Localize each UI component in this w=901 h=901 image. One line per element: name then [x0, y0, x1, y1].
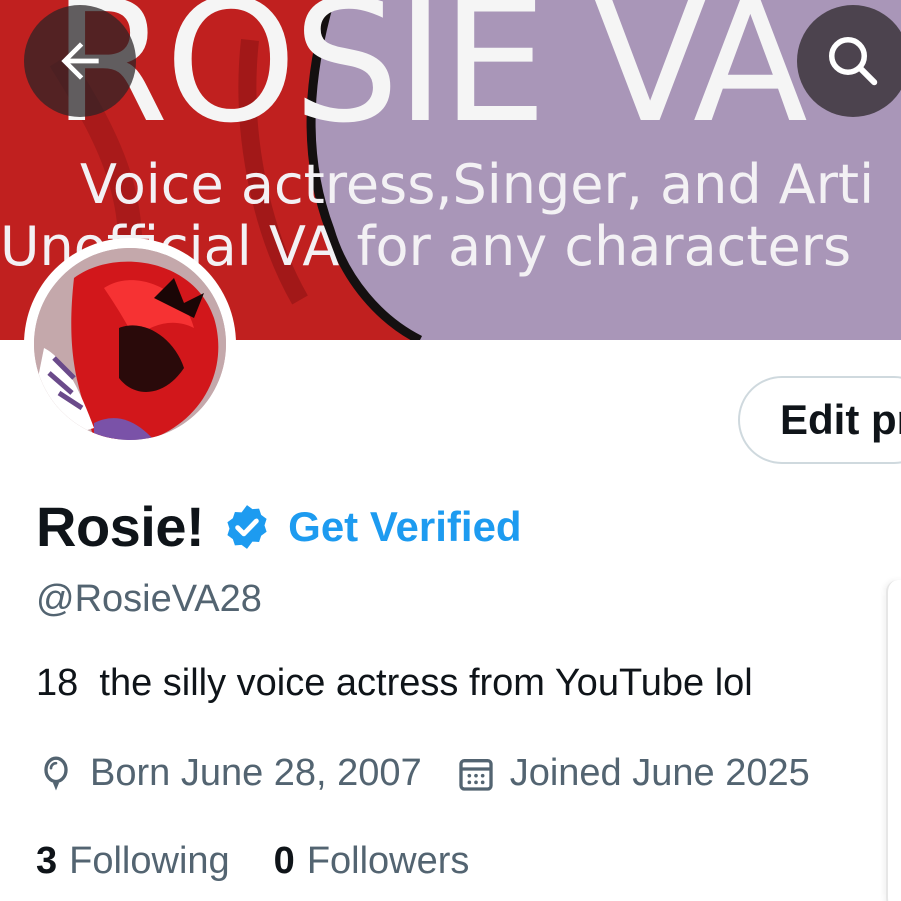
following-label: Following — [69, 840, 230, 882]
user-handle: @RosieVA28 — [36, 578, 262, 620]
follow-stats: 3 Following 0 Followers — [36, 840, 469, 883]
profile-meta: Born June 28, 2007 Joined June 2025 — [36, 752, 810, 795]
birthday-text: Born June 28, 2007 — [90, 752, 422, 794]
banner-title: ROSIE VA — [52, 0, 808, 160]
avatar-image — [34, 248, 226, 440]
verified-badge-icon[interactable] — [222, 502, 272, 552]
side-panel-edge — [886, 580, 901, 901]
name-row: Rosie! Get Verified — [36, 494, 522, 559]
joined-date: Joined June 2025 — [509, 752, 810, 794]
profile-bio: 18 the silly voice actress from YouTube … — [36, 662, 753, 704]
get-verified-link[interactable]: Get Verified — [288, 503, 521, 551]
followers-label: Followers — [306, 840, 470, 882]
search-button[interactable] — [797, 5, 901, 117]
balloon-icon — [44, 756, 68, 791]
search-icon — [829, 37, 878, 86]
back-button[interactable] — [24, 5, 136, 117]
following-link[interactable]: 3 Following — [36, 840, 230, 883]
following-count: 3 — [36, 840, 58, 882]
banner-tagline: Voice actress,Singer, and Arti — [80, 153, 875, 216]
followers-link[interactable]: 0 Followers — [274, 840, 470, 883]
avatar[interactable] — [24, 238, 236, 450]
arrow-left-icon — [61, 42, 99, 80]
calendar-icon — [459, 758, 493, 791]
edit-profile-button[interactable]: Edit pr — [738, 376, 901, 464]
followers-count: 0 — [273, 840, 295, 882]
display-name: Rosie! — [36, 495, 205, 558]
